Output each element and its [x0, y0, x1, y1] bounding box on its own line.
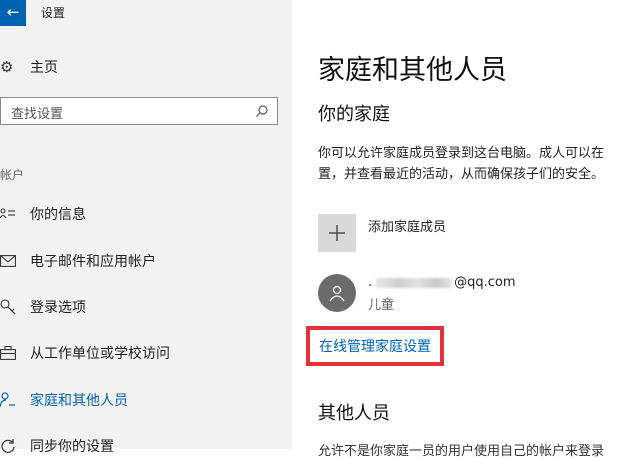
sidebar-item-label: 同步你的设置	[30, 439, 114, 455]
family-description: 你可以允许家庭成员登录到这台电脑。成人可以在 置，并查看最近的活动，从而确保孩子…	[318, 143, 604, 185]
sidebar-item-family-other-users[interactable]: 家庭和其他人员	[0, 388, 292, 412]
family-description-line: 你可以允许家庭成员登录到这台电脑。成人可以在	[318, 146, 605, 161]
sync-icon	[0, 437, 18, 455]
page-title: 家庭和其他人员	[318, 55, 507, 86]
back-button[interactable]: ←	[0, 0, 26, 26]
family-member-entry[interactable]: . @qq.com 儿童	[318, 274, 516, 313]
add-family-member-button[interactable]: 添加家庭成员	[318, 214, 446, 252]
family-description-line: 置，并查看最近的活动，从而确保孩子们的安全。	[318, 167, 605, 182]
other-users-description: 允许不是你家庭一员的用户使用自己的帐户来登录	[318, 444, 605, 459]
back-arrow-icon: ←	[6, 3, 20, 21]
person-card-icon	[0, 205, 18, 223]
sidebar-item-label: 从工作单位或学校访问	[30, 346, 170, 362]
plus-icon	[318, 214, 356, 252]
family-section-heading: 你的家庭	[318, 104, 390, 125]
main-content: 家庭和其他人员 你的家庭 你可以允许家庭成员登录到这台电脑。成人可以在 置，并查…	[292, 0, 640, 459]
title-bar: ← 设置	[0, 0, 292, 26]
home-nav-item[interactable]: ⚙ 主页	[0, 56, 58, 78]
sidebar-item-label: 你的信息	[30, 207, 86, 223]
sidebar: ← 设置 ⚙ 主页 查找设置 帐户 你的信息 电子邮件和应用帐户 登录选项 从工…	[0, 0, 292, 455]
sidebar-item-email-accounts[interactable]: 电子邮件和应用帐户	[0, 249, 292, 273]
sidebar-item-work-school[interactable]: 从工作单位或学校访问	[0, 341, 292, 365]
app-title: 设置	[41, 6, 66, 20]
mail-icon	[0, 252, 18, 270]
member-role: 儿童	[368, 298, 395, 313]
home-label: 主页	[30, 60, 58, 76]
add-family-member-label: 添加家庭成员	[368, 220, 447, 235]
manage-family-online-label: 在线管理家庭设置	[319, 339, 431, 355]
member-email-domain: @qq.com	[454, 275, 516, 290]
key-icon	[0, 298, 18, 316]
search-input[interactable]: 查找设置	[11, 103, 63, 122]
user-avatar-icon	[318, 274, 356, 312]
sidebar-item-label: 登录选项	[30, 300, 86, 316]
search-box[interactable]: 查找设置	[0, 97, 278, 125]
sidebar-item-label: 电子邮件和应用帐户	[30, 254, 156, 270]
sidebar-item-label: 家庭和其他人员	[30, 393, 128, 409]
member-email: . @qq.com	[368, 275, 516, 290]
manage-family-online-link[interactable]: 在线管理家庭设置	[306, 326, 444, 366]
gear-icon: ⚙	[0, 58, 14, 76]
other-users-heading: 其他人员	[318, 403, 390, 424]
sidebar-item-sync-settings[interactable]: 同步你的设置	[0, 434, 292, 458]
redacted-email	[376, 277, 453, 288]
sidebar-item-sign-in-options[interactable]: 登录选项	[0, 295, 292, 319]
sidebar-item-your-info[interactable]: 你的信息	[0, 202, 292, 226]
add-person-icon	[0, 391, 18, 409]
member-info: . @qq.com 儿童	[368, 275, 516, 313]
briefcase-icon	[0, 344, 18, 362]
member-email-prefix: .	[368, 275, 373, 290]
section-label-accounts: 帐户	[0, 168, 25, 182]
search-icon[interactable]	[255, 104, 269, 118]
